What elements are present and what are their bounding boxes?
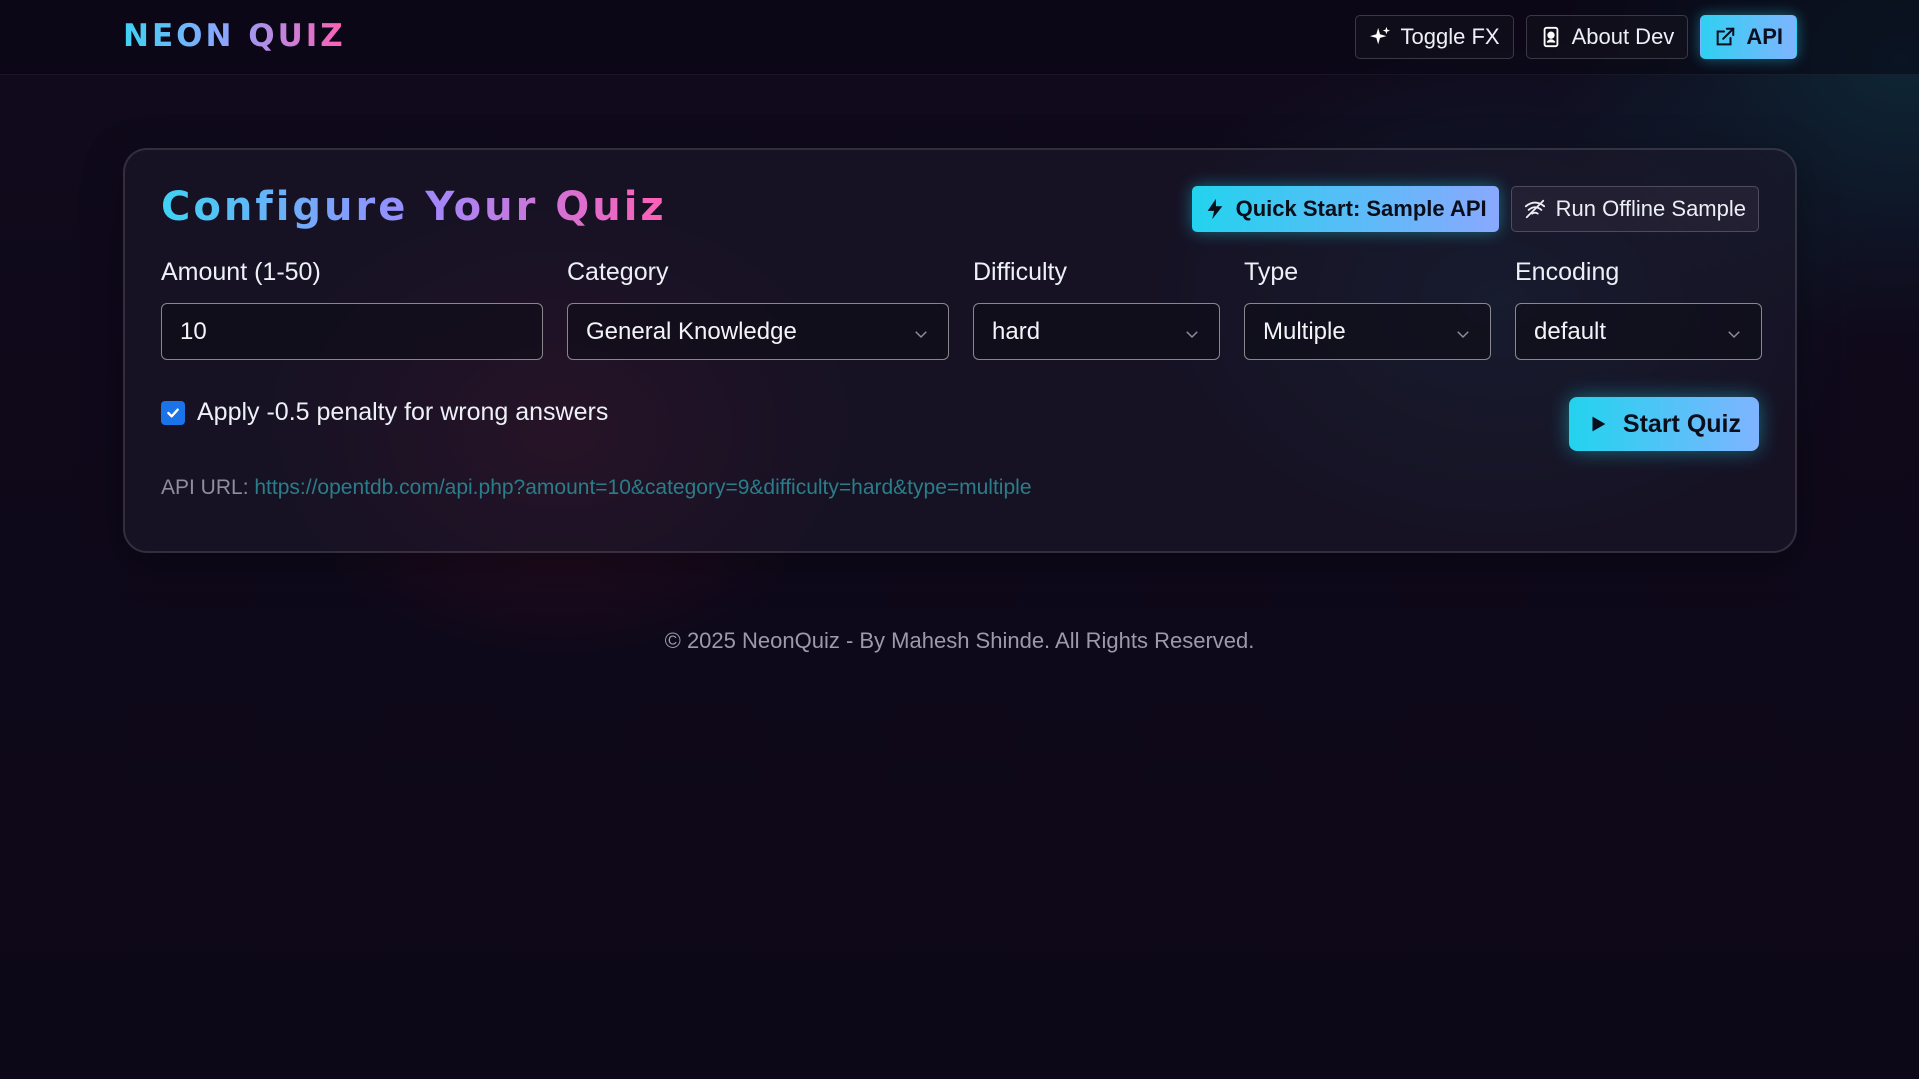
external-link-icon: [1714, 26, 1736, 48]
encoding-label: Encoding: [1515, 258, 1620, 286]
play-icon: [1587, 413, 1609, 435]
category-value: General Knowledge: [586, 317, 797, 345]
penalty-option: Apply -0.5 penalty for wrong answers: [161, 398, 608, 427]
run-offline-sample-button[interactable]: Run Offline Sample: [1510, 186, 1759, 232]
nav-actions: Toggle FX About Dev API: [1354, 15, 1797, 59]
quiz-config-card: Configure Your Quiz Quick Start: Sample …: [123, 148, 1797, 553]
toggle-fx-button[interactable]: Toggle FX: [1354, 15, 1514, 59]
about-dev-button[interactable]: About Dev: [1525, 15, 1689, 59]
type-select[interactable]: Multiple: [1244, 303, 1491, 360]
amount-label: Amount (1-50): [161, 258, 321, 286]
penalty-checkbox[interactable]: [161, 400, 185, 425]
id-badge-icon: [1540, 26, 1562, 48]
top-navbar: NEON QUIZ Toggle FX About Dev API: [0, 0, 1919, 75]
page-title: Configure Your Quiz: [161, 184, 667, 230]
encoding-value: default: [1534, 317, 1607, 345]
type-label: Type: [1244, 258, 1299, 286]
start-quiz-button[interactable]: Start Quiz: [1568, 397, 1759, 451]
quick-start-button[interactable]: Quick Start: Sample API: [1191, 186, 1499, 232]
card-actions: Quick Start: Sample API Run Offline Samp…: [1191, 186, 1759, 232]
footer-copyright: © 2025 NeonQuiz - By Mahesh Shinde. All …: [664, 628, 1255, 653]
api-button[interactable]: API: [1700, 15, 1797, 59]
difficulty-value: hard: [992, 317, 1041, 345]
category-select[interactable]: General Knowledge: [567, 303, 949, 360]
sparkles-icon: [1369, 26, 1391, 48]
type-value: Multiple: [1263, 317, 1346, 345]
difficulty-label: Difficulty: [973, 258, 1068, 286]
wifi-off-icon: [1524, 198, 1546, 220]
api-label: API: [1746, 24, 1783, 49]
chevron-down-icon: [1454, 322, 1472, 340]
chevron-down-icon: [1183, 322, 1201, 340]
chevron-down-icon: [1725, 322, 1743, 340]
brand-logo[interactable]: NEON QUIZ: [123, 18, 346, 54]
amount-value: 10: [180, 317, 207, 345]
penalty-label: Apply -0.5 penalty for wrong answers: [197, 398, 609, 426]
difficulty-select[interactable]: hard: [973, 303, 1220, 360]
category-label: Category: [567, 258, 669, 286]
quick-start-label: Quick Start: Sample API: [1235, 196, 1487, 221]
checkmark-icon: [167, 408, 179, 417]
api-url-link[interactable]: https://opentdb.com/api.php?amount=10&ca…: [254, 476, 1031, 499]
about-dev-label: About Dev: [1571, 24, 1675, 49]
chevron-down-icon: [912, 322, 930, 340]
run-offline-sample-label: Run Offline Sample: [1555, 196, 1746, 221]
encoding-select[interactable]: default: [1515, 303, 1762, 360]
api-url-label: API URL:: [161, 476, 249, 499]
start-quiz-label: Start Quiz: [1622, 409, 1741, 438]
api-url-line: API URL: https://opentdb.com/api.php?amo…: [161, 476, 1032, 500]
lightning-icon: [1204, 198, 1226, 220]
amount-input[interactable]: 10: [161, 303, 543, 360]
toggle-fx-label: Toggle FX: [1400, 24, 1500, 49]
